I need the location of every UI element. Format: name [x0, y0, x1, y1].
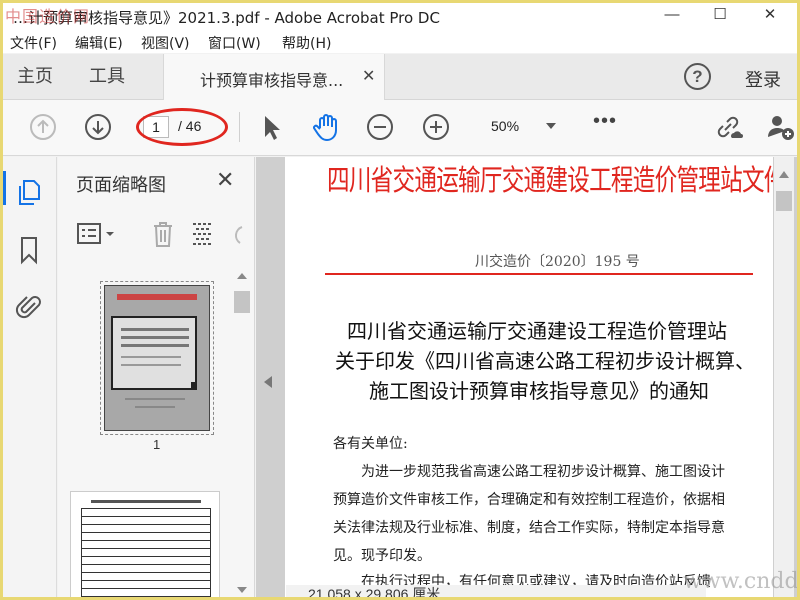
delete-page-icon[interactable]	[150, 219, 176, 249]
thumbnail-panel: 页面缩略图 ✕ 1	[58, 157, 255, 597]
body-line-5: 见。现予印发。	[333, 548, 431, 564]
panel-title: 页面缩略图	[76, 175, 166, 196]
body-line-1: 各有关单位:	[333, 436, 408, 452]
thumbnail-options-icon[interactable]	[76, 221, 120, 247]
thumb-table	[81, 508, 211, 597]
body-line-3: 预算造价文件审核工作，合理确定和有效控制工程造价，依据相	[333, 492, 725, 508]
thumb-text-line	[121, 336, 189, 339]
scroll-up-arrow-icon[interactable]	[237, 273, 247, 279]
tab-document-label: 计预算审核指导意...	[200, 71, 344, 90]
thumb-view-rectangle[interactable]	[111, 316, 197, 390]
page-thumbnail-1[interactable]	[104, 285, 210, 431]
document-number: 川交造价〔2020〕195 号	[475, 254, 640, 270]
thumb-resize-handle[interactable]	[191, 382, 197, 388]
document-scroll-thumb[interactable]	[776, 191, 792, 211]
watermark-bottom: www.cnddo.com	[683, 569, 799, 594]
collapse-panel-icon[interactable]	[264, 376, 272, 388]
maximize-button[interactable]: ☐	[697, 5, 743, 27]
more-tools-icon[interactable]: •••	[593, 110, 617, 133]
tab-tools[interactable]: 工具	[89, 54, 125, 100]
document-title-line-1: 四川省交通运输厅交通建设工程造价管理站	[347, 319, 727, 343]
document-scrollbar[interactable]	[774, 157, 794, 597]
add-user-icon[interactable]	[765, 112, 795, 142]
close-panel-icon[interactable]: ✕	[216, 167, 234, 193]
tab-bar: 主页 工具 计预算审核指导意... ✕ ? 登录	[3, 54, 797, 100]
thumbnail-page-number: 1	[153, 437, 161, 452]
select-cursor-icon[interactable]	[257, 112, 287, 142]
menu-edit[interactable]: 编辑(E)	[75, 33, 123, 53]
zoom-dropdown-icon[interactable]	[546, 123, 556, 129]
tab-document[interactable]: 计预算审核指导意... ✕	[163, 54, 385, 100]
extract-page-icon[interactable]	[190, 219, 216, 249]
menu-file[interactable]: 文件(F)	[10, 33, 57, 53]
title-bar: …计预算审核指导意见》2021.3.pdf - Adobe Acrobat Pr…	[3, 3, 797, 29]
watermark-top: 中国造价网	[5, 7, 91, 26]
left-rail	[3, 157, 57, 597]
toolbar: 1 / 46 50% •••	[3, 100, 797, 156]
next-page-icon[interactable]	[83, 112, 113, 142]
header-rule	[325, 273, 753, 275]
share-link-icon[interactable]	[713, 112, 743, 142]
login-button[interactable]: 登录	[745, 66, 781, 92]
rail-active-indicator	[3, 171, 6, 205]
close-window-button[interactable]: ✕	[747, 5, 793, 27]
thumb-text-line	[135, 406, 175, 408]
document-title-line-3: 施工图设计预算审核指导意见》的通知	[369, 379, 709, 403]
acrobat-window: …计预算审核指导意见》2021.3.pdf - Adobe Acrobat Pr…	[0, 0, 800, 600]
thumbnail-scroll-thumb[interactable]	[234, 291, 250, 313]
bookmark-icon[interactable]	[17, 235, 41, 265]
document-title-line-2: 关于印发《四川省高速公路工程初步设计概算、	[335, 349, 755, 373]
zoom-out-icon[interactable]	[365, 112, 395, 142]
pdf-page[interactable]: 四川省交通运输厅交通建设工程造价管理站文件 川交造价〔2020〕195 号 四川…	[285, 157, 773, 597]
tab-home[interactable]: 主页	[17, 54, 53, 100]
help-icon[interactable]: ?	[684, 63, 711, 90]
body-line-2: 为进一步规范我省高速公路工程初步设计概算、施工图设计	[333, 464, 725, 480]
scroll-up-arrow-icon[interactable]	[779, 171, 789, 178]
minimize-button[interactable]: —	[649, 5, 695, 27]
body-line-4: 关法律法规及行业标准、制度，结合工作实际，特制定本指导意	[333, 520, 725, 536]
thumb-text-line	[121, 364, 181, 366]
close-tab-icon[interactable]: ✕	[362, 66, 375, 86]
thumbnail-tools	[58, 209, 244, 259]
thumbnail-scrollbar[interactable]	[234, 269, 250, 597]
menu-window[interactable]: 窗口(W)	[208, 33, 261, 53]
zoom-in-icon[interactable]	[421, 112, 451, 142]
scroll-down-arrow-icon[interactable]	[237, 587, 247, 593]
page-thumbnail-2[interactable]	[70, 491, 220, 597]
zoom-level[interactable]: 50%	[491, 118, 519, 134]
menu-bar: 文件(F) 编辑(E) 视图(V) 窗口(W) 帮助(H)	[3, 29, 797, 53]
previous-page-icon[interactable]	[28, 112, 58, 142]
menu-help[interactable]: 帮助(H)	[282, 33, 331, 53]
toolbar-divider	[239, 112, 240, 142]
thumb-header-line	[117, 294, 197, 300]
hand-tool-icon[interactable]	[311, 112, 341, 142]
page-size-status: 21.058 x 29.806 厘米	[286, 585, 706, 597]
document-viewport[interactable]: 四川省交通运输厅交通建设工程造价管理站文件 川交造价〔2020〕195 号 四川…	[256, 157, 797, 597]
menu-view[interactable]: 视图(V)	[141, 33, 190, 53]
thumb-text-line	[121, 356, 181, 358]
document-header: 四川省交通运输厅交通建设工程造价管理站文件	[327, 163, 773, 197]
thumb-text-line	[121, 344, 189, 347]
thumb-text-line	[91, 500, 201, 503]
red-annotation-ellipse	[136, 108, 228, 146]
thumb-text-line	[125, 398, 185, 400]
page-thumbnails-icon[interactable]	[15, 177, 43, 207]
rotate-page-icon[interactable]	[228, 221, 244, 247]
attachment-icon[interactable]	[15, 291, 43, 321]
thumb-text-line	[121, 328, 189, 331]
